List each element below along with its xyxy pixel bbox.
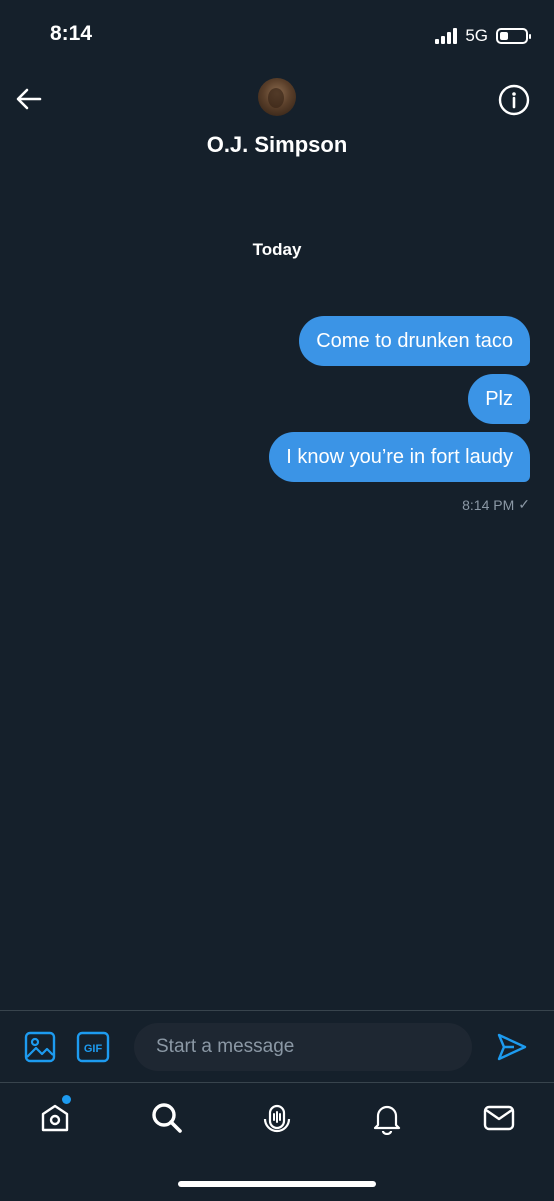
tab-spaces[interactable] [260,1101,294,1135]
message-bubble[interactable]: I know you’re in fort laudy [269,432,530,482]
image-icon [24,1031,56,1063]
info-icon [498,84,530,116]
timestamp-text: 8:14 PM [462,496,515,513]
status-time: 8:14 [50,22,93,45]
tab-notifications[interactable] [370,1101,404,1136]
home-indicator [178,1181,376,1187]
send-icon [497,1033,527,1061]
gif-label: GIF [84,1043,103,1055]
date-divider: Today [252,240,302,259]
bell-icon [373,1105,401,1136]
message-bubble[interactable]: Plz [468,374,530,424]
tab-messages[interactable] [482,1101,516,1135]
message-list: Come to drunken taco Plz I know you’re i… [269,316,530,513]
network-type: 5G [465,26,488,45]
battery-icon [496,28,531,44]
gif-icon: GIF [76,1031,110,1063]
contact-name[interactable]: O.J. Simpson [0,132,554,158]
status-indicators: 5G [435,26,531,46]
search-icon [152,1103,182,1133]
message-bubble[interactable]: Come to drunken taco [299,316,530,366]
message-timestamp: 8:14 PM ✓ [462,496,530,513]
spaces-icon [263,1104,291,1133]
back-button[interactable] [14,84,44,114]
conversation-header: O.J. Simpson [0,70,554,180]
add-image-button[interactable] [24,1031,56,1063]
home-icon [41,1104,69,1132]
status-bar: 8:14 5G [0,0,554,70]
tab-search[interactable] [150,1101,184,1135]
signal-icon [435,28,458,44]
message-composer: GIF [0,1010,554,1083]
info-button[interactable] [498,84,530,116]
message-input[interactable] [134,1023,472,1071]
add-gif-button[interactable]: GIF [76,1031,110,1063]
send-button[interactable] [496,1031,528,1063]
new-content-indicator [62,1095,71,1104]
read-receipt-icon: ✓ [518,496,530,512]
tab-home[interactable] [38,1101,72,1135]
mail-icon [483,1105,515,1131]
back-arrow-icon [16,88,42,110]
avatar[interactable] [258,78,296,116]
